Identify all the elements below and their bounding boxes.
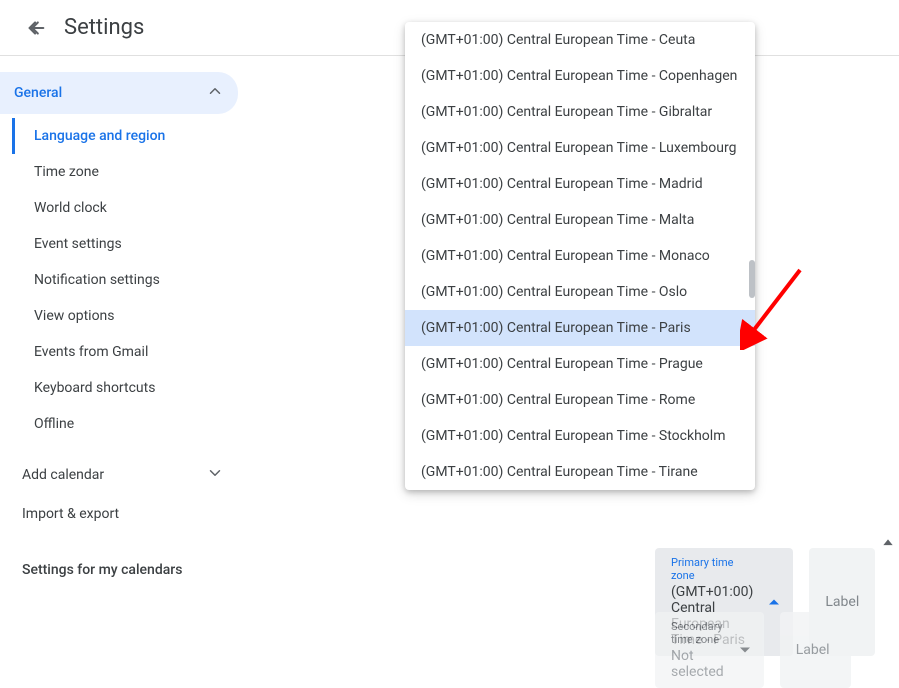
back-button[interactable] (16, 8, 56, 48)
input-placeholder: Label (796, 642, 830, 658)
sidebar-item-label: Events from Gmail (34, 344, 148, 360)
arrow-back-icon (25, 17, 47, 39)
timezone-option[interactable]: (GMT+01:00) Central European Time - Malt… (405, 202, 755, 238)
sidebar-item-import-export[interactable]: Import & export (8, 496, 242, 532)
secondary-timezone-select[interactable]: Secondary time zone Not selected (655, 612, 764, 688)
sidebar-footer: Add calendar Import & export (8, 454, 242, 532)
select-value: Not selected (671, 648, 724, 680)
timezone-option[interactable]: (GMT+01:00) Central European Time - Madr… (405, 166, 755, 202)
chevron-up-icon (206, 82, 224, 104)
timezone-option[interactable]: (GMT+01:00) Central European Time - Stoc… (405, 418, 755, 454)
timezone-option[interactable]: (GMT+01:00) Central European Time - Cope… (405, 58, 755, 94)
sidebar-item-add-calendar[interactable]: Add calendar (8, 454, 242, 496)
scroll-up-hint-icon[interactable] (881, 537, 895, 555)
sidebar-item-label: View options (34, 308, 115, 324)
sidebar-item-view-options[interactable]: View options (12, 298, 242, 334)
sidebar-item-notification-settings[interactable]: Notification settings (12, 262, 242, 298)
secondary-label-input: Label (780, 612, 851, 688)
timezone-option[interactable]: (GMT+01:00) Central European Time - Ceut… (405, 22, 755, 58)
sidebar-item-language-region[interactable]: Language and region (12, 118, 242, 154)
sidebar-item-label: Time zone (34, 164, 99, 180)
chevron-down-icon (206, 464, 224, 486)
sidebar-item-time-zone[interactable]: Time zone (12, 154, 242, 190)
sidebar: General Language and region Time zone Wo… (0, 56, 250, 605)
sidebar-item-label: Keyboard shortcuts (34, 380, 155, 396)
timezone-dropdown[interactable]: (GMT+01:00) Central European Time - Ceut… (405, 22, 755, 490)
sidebar-section-label: General (14, 85, 62, 101)
sidebar-item-event-settings[interactable]: Event settings (12, 226, 242, 262)
sidebar-item-label: Notification settings (34, 272, 160, 288)
triangle-up-icon (769, 600, 779, 605)
timezone-option[interactable]: (GMT+01:00) Central European Time - Mona… (405, 238, 755, 274)
sidebar-item-keyboard-shortcuts[interactable]: Keyboard shortcuts (12, 370, 242, 406)
sidebar-nav-list: Language and region Time zone World cloc… (8, 118, 242, 442)
triangle-down-icon (740, 648, 750, 653)
page-title: Settings (64, 15, 144, 40)
sidebar-item-label: World clock (34, 200, 107, 216)
timezone-option[interactable]: (GMT+01:00) Central European Time - Prag… (405, 346, 755, 382)
timezone-option[interactable]: (GMT+01:00) Central European Time - Rome (405, 382, 755, 418)
sidebar-item-events-from-gmail[interactable]: Events from Gmail (12, 334, 242, 370)
sidebar-item-label: Language and region (34, 128, 165, 144)
timezone-dropdown-list: (GMT+01:00) Central European Time - Ceut… (405, 22, 755, 490)
sidebar-item-world-clock[interactable]: World clock (12, 190, 242, 226)
select-label: Secondary time zone (671, 620, 724, 646)
timezone-option[interactable]: (GMT+01:00) Central European Time - Gibr… (405, 94, 755, 130)
sidebar-item-offline[interactable]: Offline (12, 406, 242, 442)
input-placeholder: Label (825, 594, 859, 610)
timezone-option[interactable]: (GMT+01:00) Central European Time - Luxe… (405, 130, 755, 166)
sidebar-item-label: Import & export (22, 506, 119, 522)
scrollbar-thumb[interactable] (749, 260, 755, 298)
timezone-option[interactable]: (GMT+01:00) Central European Time - Tira… (405, 454, 755, 490)
sidebar-item-label: Offline (34, 416, 74, 432)
select-label: Primary time zone (671, 556, 753, 582)
sidebar-section-general[interactable]: General (0, 72, 238, 114)
sidebar-section-my-calendars: Settings for my calendars (8, 562, 242, 578)
secondary-timezone-row: Secondary time zone Not selected Label (655, 612, 875, 688)
timezone-option[interactable]: (GMT+01:00) Central European Time - Pari… (405, 310, 755, 346)
sidebar-item-label: Event settings (34, 236, 122, 252)
timezone-option[interactable]: (GMT+01:00) Central European Time - Oslo (405, 274, 755, 310)
sidebar-item-label: Add calendar (22, 467, 104, 483)
